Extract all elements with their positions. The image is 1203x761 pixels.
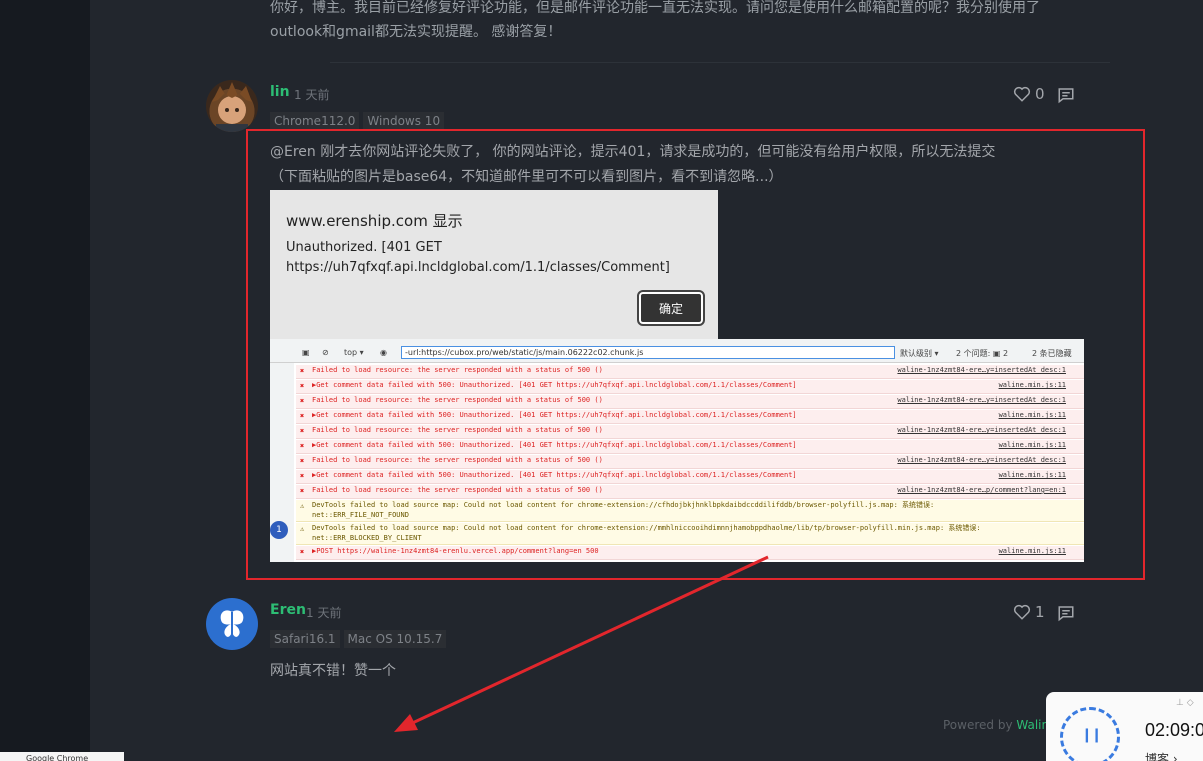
timer-time: 02:09:0 [1145,720,1203,740]
timer-widget[interactable]: ❙❙ 02:09:0 博客 › ⊥ ◇ [1046,692,1203,761]
timer-label[interactable]: 博客 › [1145,750,1178,761]
comment-meta: Chrome112.0 Windows 10 [270,112,445,130]
avatar-eren[interactable] [206,598,258,650]
taskbar-tab[interactable]: Google Chrome [0,752,124,761]
left-margin [0,0,90,761]
comment-time: 1 天前 [294,88,330,102]
like-count: 0 [1035,85,1045,103]
reply-button[interactable] [1057,604,1075,626]
powered-brand-link[interactable]: Walin [1016,718,1049,732]
comment-content: 网站真不错！赞一个 [270,663,396,679]
like-count: 1 [1035,603,1045,621]
powered-prefix: Powered by [943,718,1017,732]
reply-icon [1058,88,1074,104]
annotation-box [246,129,1145,580]
comment-meta: Safari16.1 Mac OS 10.15.7 [270,630,447,648]
browser-tag: Safari16.1 [270,630,340,648]
previous-comment-text: 你好，博主。我目前已经修复好评论功能，但是邮件评论功能一直无法实现。请问您是使用… [270,0,1040,40]
os-tag: Windows 10 [363,112,445,130]
heart-icon [1013,604,1031,620]
comment-nick[interactable]: Eren [270,602,306,618]
widget-controls[interactable]: ⊥ ◇ [1176,698,1194,708]
timer-progress-ring: ❙❙ [1060,707,1120,761]
avatar-lin-image [212,82,252,132]
reply-icon [1058,606,1074,622]
os-tag: Mac OS 10.15.7 [343,630,447,648]
pause-icon[interactable]: ❙❙ [1081,727,1103,743]
divider [330,62,1110,63]
comment-nick[interactable]: lin [270,84,290,100]
browser-tag: Chrome112.0 [270,112,360,130]
butterfly-logo-icon [220,610,244,637]
powered-by: Powered by Walin [943,718,1049,732]
like-button[interactable]: 0 [1013,85,1045,103]
comment-time: 1 天前 [306,606,342,620]
avatar-lin[interactable] [206,80,258,132]
like-button[interactable]: 1 [1013,603,1045,621]
heart-icon [1013,86,1031,102]
reply-button[interactable] [1057,86,1075,108]
